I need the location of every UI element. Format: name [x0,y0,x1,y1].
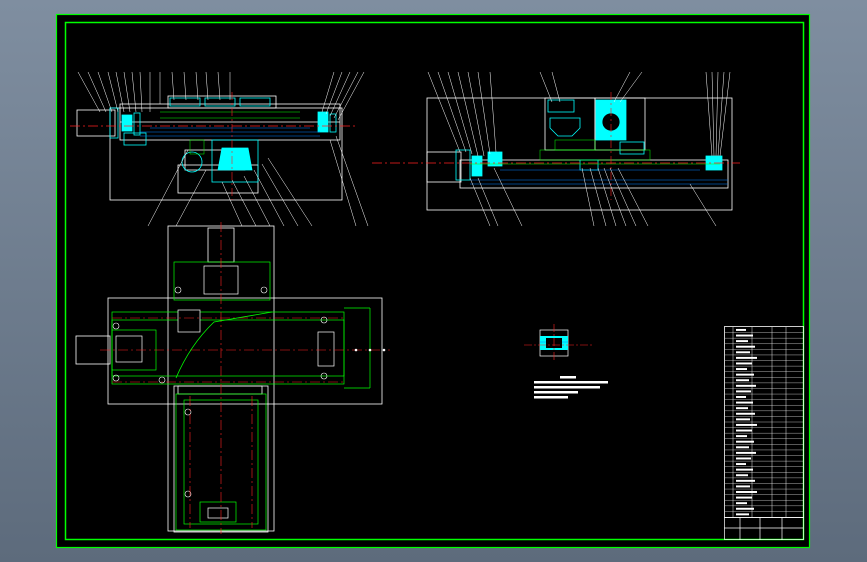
parts-list-entry [736,468,753,471]
parts-list-entry [736,396,746,398]
parts-list-entry [736,390,751,393]
parts-list-entry [736,356,757,359]
parts-list-entry [736,429,752,432]
parts-list-entry [736,463,746,466]
parts-list-entry [736,351,750,354]
parts-list-entry [736,507,754,510]
drawing-sheet [56,14,810,548]
cad-drawing-canvas [55,13,811,549]
parts-list-entry [736,379,749,382]
parts-list-entry [736,451,756,454]
parts-list-entry [736,362,752,365]
parts-list-entry [736,384,756,387]
parts-list-entry [736,435,747,438]
parts-list-entry [736,412,755,415]
parts-list-entry [736,502,747,505]
parts-list-entry [736,407,748,410]
parts-list-entry [736,345,755,348]
parts-list-entry [736,457,751,460]
parts-list-entry [736,440,754,443]
parts-list-entry [736,334,753,337]
parts-list-entry [736,485,750,488]
parts-list-entry [736,401,753,404]
parts-list-entry [736,423,757,426]
parts-list-entry [736,491,757,493]
parts-list-entry [736,513,749,516]
parts-list-entry [736,479,755,482]
parts-list-entry [736,474,748,477]
parts-list-entry [736,340,748,343]
parts-list-entry [736,446,749,449]
parts-list-entry [736,496,752,499]
parts-list-entry [736,368,747,371]
parts-list-entry [736,418,750,421]
parts-list-entry [736,328,746,331]
parts-list-entry [736,373,754,376]
